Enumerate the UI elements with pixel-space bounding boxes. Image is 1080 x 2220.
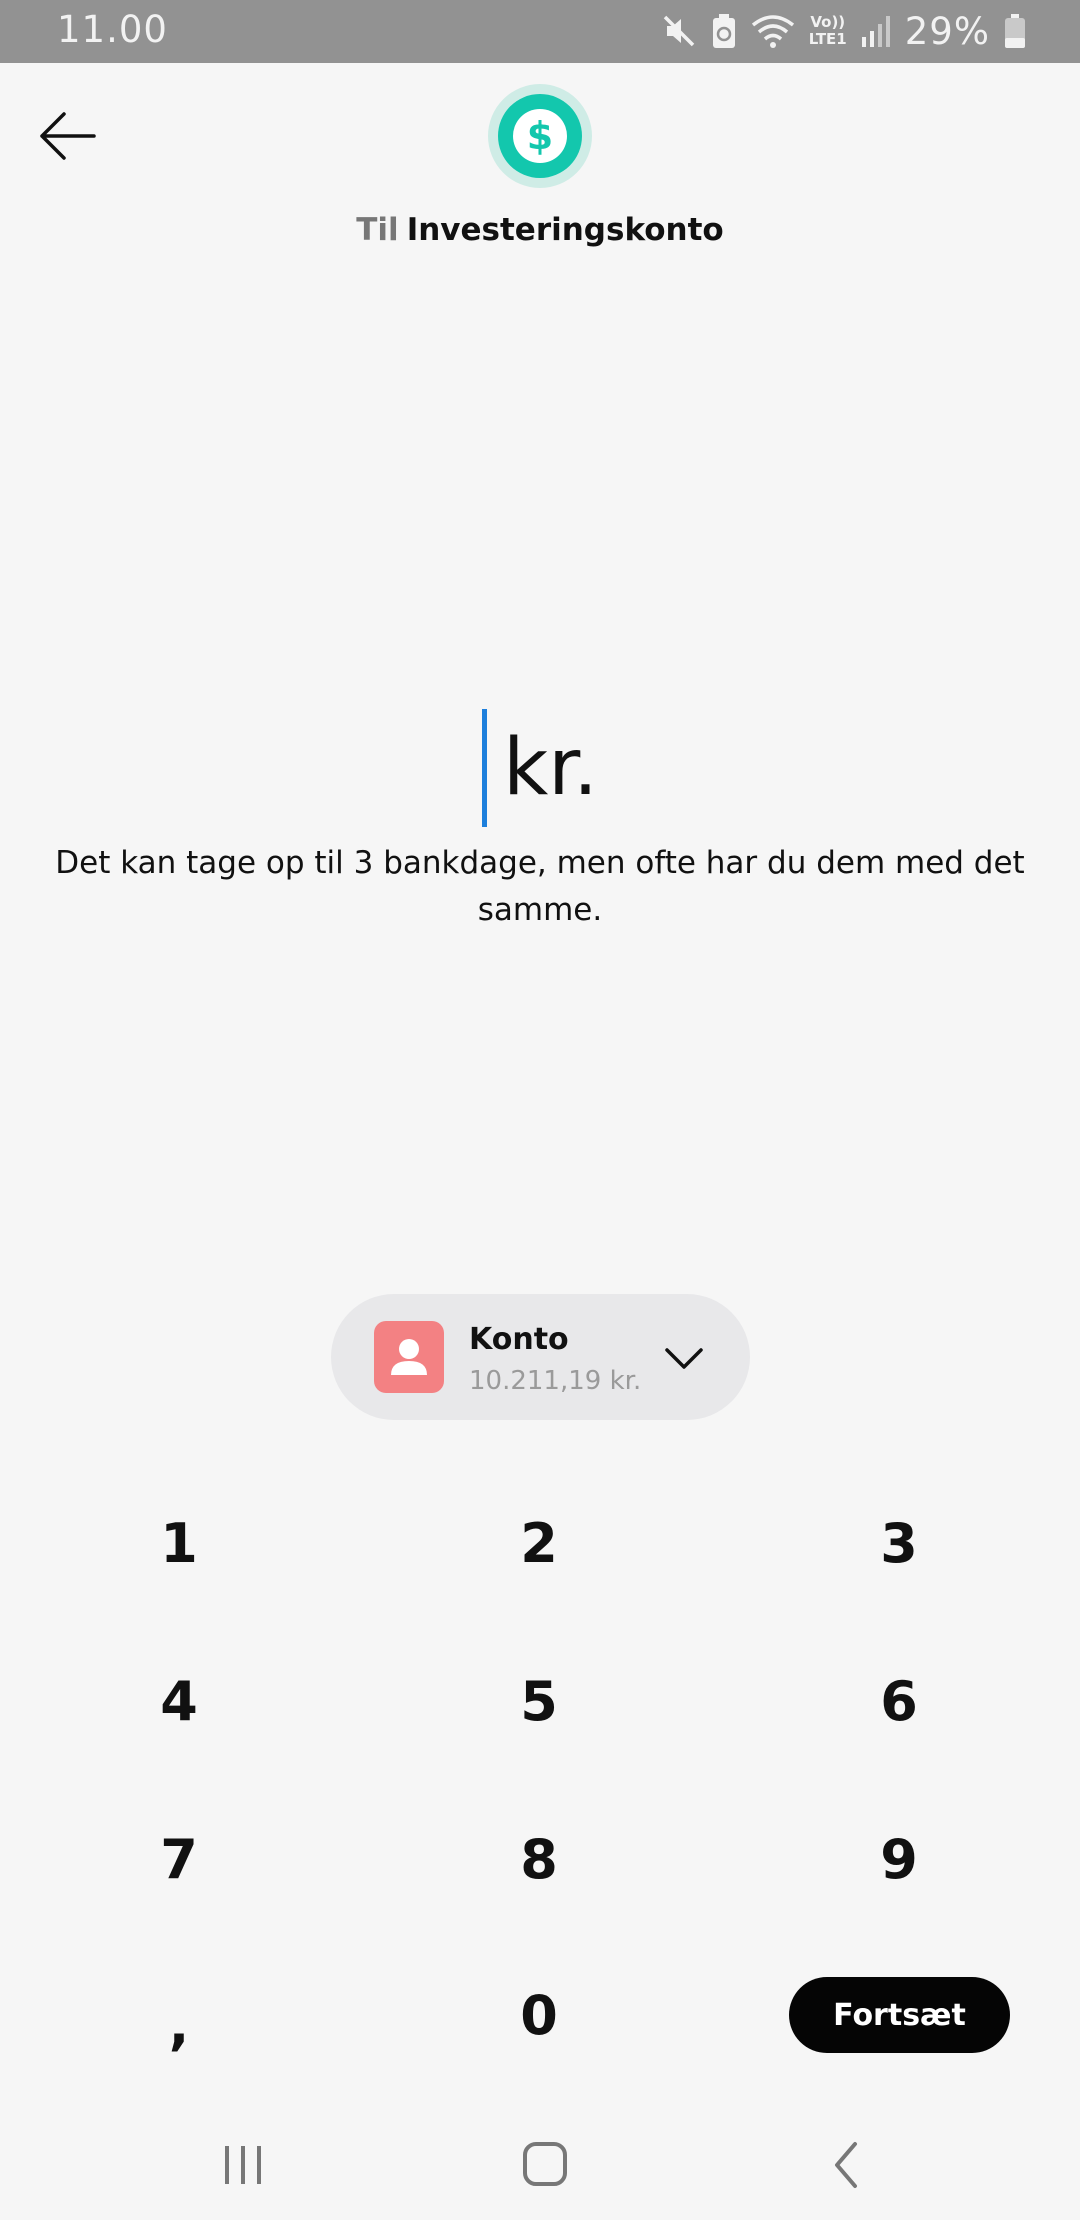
battery-icon [1005, 14, 1025, 48]
recents-button[interactable] [203, 2130, 283, 2200]
arrow-left-icon [40, 112, 96, 160]
key-7[interactable]: 7 [69, 1799, 289, 1919]
status-bar: 11.00 Vo)) LTE1 29% [0, 0, 1080, 63]
destination-prefix: Til [356, 212, 399, 248]
key-comma[interactable]: , [69, 1965, 289, 2085]
person-icon [391, 1339, 427, 1375]
battery-saver-icon [712, 14, 735, 48]
amount-currency: kr. [503, 722, 598, 813]
status-time: 11.00 [57, 8, 168, 51]
wifi-icon [751, 15, 794, 48]
home-icon [523, 2142, 567, 2186]
network-label-top: Vo)) [810, 13, 846, 31]
key-3[interactable]: 3 [789, 1483, 1009, 1603]
transfer-info-text: Det kan tage op til 3 bankdage, men ofte… [55, 845, 1025, 928]
key-5[interactable]: 5 [429, 1641, 649, 1761]
destination-title: Til Investeringskonto [0, 212, 1080, 248]
text-cursor [482, 708, 488, 827]
battery-percent: 29% [904, 9, 990, 53]
destination-account-icon: $ [488, 84, 592, 188]
system-nav-bar [0, 2110, 1080, 2220]
source-account-selector[interactable]: Konto 10.211,19 kr. [331, 1294, 750, 1420]
key-9[interactable]: 9 [789, 1799, 1009, 1919]
back-icon [835, 2142, 857, 2188]
dollar-icon: $ [513, 109, 567, 163]
transfer-screen: 11.00 Vo)) LTE1 29% $ Til Investeringsko… [0, 0, 1080, 2220]
back-button[interactable] [34, 106, 100, 166]
recents-icon [225, 2146, 261, 2184]
key-2[interactable]: 2 [429, 1483, 649, 1603]
system-back-button[interactable] [807, 2130, 887, 2200]
signal-icon [861, 16, 890, 47]
source-account-balance: 10.211,19 kr. [469, 1366, 642, 1396]
status-icons: Vo)) LTE1 29% [661, 8, 1026, 54]
key-4[interactable]: 4 [69, 1641, 289, 1761]
amount-input[interactable]: kr. [0, 705, 1080, 830]
chevron-down-icon [665, 1348, 703, 1369]
network-label-bottom: LTE1 [808, 30, 847, 48]
key-6[interactable]: 6 [789, 1641, 1009, 1761]
source-account-avatar [374, 1321, 444, 1393]
destination-account-name: Investeringskonto [406, 212, 724, 248]
key-0[interactable]: 0 [429, 1955, 649, 2075]
volte-icon: Vo)) LTE1 [809, 14, 847, 48]
home-button[interactable] [505, 2130, 585, 2200]
continue-button[interactable]: Fortsæt [789, 1977, 1010, 2053]
source-account-name: Konto [469, 1322, 569, 1357]
mute-icon [663, 15, 694, 47]
key-8[interactable]: 8 [429, 1799, 649, 1919]
key-1[interactable]: 1 [69, 1483, 289, 1603]
